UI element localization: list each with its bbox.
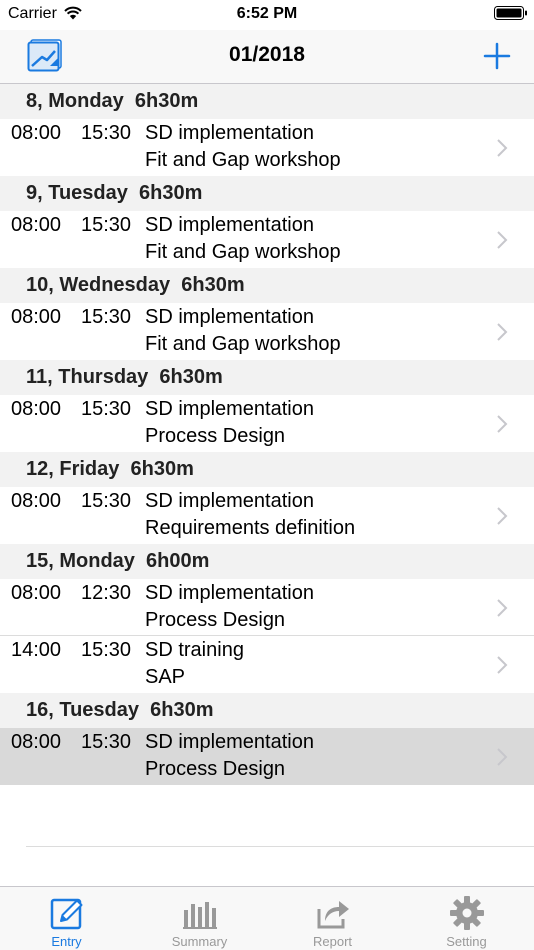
entry-start-time: 08:00 bbox=[11, 122, 62, 144]
entry-start-time: 08:00 bbox=[11, 490, 62, 512]
entry-row[interactable]: 08:00 15:30 SD implementation Fit and Ga… bbox=[0, 303, 534, 360]
entry-task: Fit and Gap workshop bbox=[145, 241, 341, 263]
entry-task: Process Design bbox=[145, 425, 286, 447]
chevron-right-icon bbox=[497, 323, 508, 341]
entry-task: Fit and Gap workshop bbox=[145, 149, 341, 171]
tab-label: Setting bbox=[446, 934, 487, 949]
chevron-right-icon bbox=[497, 507, 508, 525]
chevron-right-icon bbox=[497, 139, 508, 157]
tab-setting[interactable]: Setting bbox=[400, 887, 533, 950]
entry-end-time: 12:30 bbox=[81, 582, 132, 604]
month-title: 01/2018 bbox=[229, 43, 305, 66]
share-icon bbox=[317, 901, 349, 929]
chevron-right-icon bbox=[497, 231, 508, 249]
entry-project: SD implementation bbox=[145, 398, 314, 420]
entry-project: SD implementation bbox=[145, 490, 314, 512]
entry-end-time: 15:30 bbox=[81, 731, 132, 753]
tab-summary[interactable]: Summary bbox=[133, 887, 266, 950]
entry-list[interactable]: 8, Monday 6h30m 08:00 15:30 SD implement… bbox=[0, 84, 534, 785]
entry-task: Process Design bbox=[145, 609, 286, 631]
entry-row[interactable]: 08:00 15:30 SD implementation Fit and Ga… bbox=[0, 211, 534, 268]
chevron-right-icon bbox=[497, 748, 508, 766]
entry-row[interactable]: 08:00 12:30 SD implementation Process De… bbox=[0, 579, 534, 636]
entry-row-selected[interactable]: 08:00 15:30 SD implementation Process De… bbox=[0, 728, 534, 785]
tab-entry[interactable]: Entry bbox=[0, 887, 133, 950]
day-header: 16, Tuesday 6h30m bbox=[0, 693, 534, 728]
tab-label: Summary bbox=[171, 934, 228, 949]
entry-start-time: 08:00 bbox=[11, 398, 62, 420]
entry-end-time: 15:30 bbox=[81, 639, 132, 661]
day-header: 8, Monday 6h30m bbox=[0, 84, 534, 119]
entry-start-time: 08:00 bbox=[11, 306, 62, 328]
entry-row[interactable]: 08:00 15:30 SD implementation Process De… bbox=[0, 395, 534, 452]
entry-end-time: 15:30 bbox=[81, 306, 132, 328]
day-header: 9, Tuesday 6h30m bbox=[0, 176, 534, 211]
day-header: 10, Wednesday 6h30m bbox=[0, 268, 534, 303]
entry-start-time: 08:00 bbox=[11, 582, 62, 604]
entry-end-time: 15:30 bbox=[81, 490, 132, 512]
add-entry-button[interactable] bbox=[480, 39, 514, 73]
entry-task: Requirements definition bbox=[145, 517, 356, 539]
entry-task: SAP bbox=[145, 666, 186, 688]
chevron-right-icon bbox=[497, 656, 508, 674]
gear-icon bbox=[449, 896, 484, 930]
entry-task: Process Design bbox=[145, 758, 286, 780]
navigation-bar: 01/2018 bbox=[0, 30, 534, 84]
tab-report[interactable]: Report bbox=[266, 887, 399, 950]
bar-chart-icon bbox=[182, 902, 217, 929]
entry-project: SD implementation bbox=[145, 731, 314, 753]
entry-end-time: 15:30 bbox=[81, 398, 132, 420]
status-bar: Carrier 6:52 PM bbox=[0, 0, 534, 30]
tab-label: Report bbox=[312, 934, 353, 949]
entry-row[interactable]: 08:00 15:30 SD implementation Requiremen… bbox=[0, 487, 534, 544]
chevron-right-icon bbox=[497, 415, 508, 433]
tab-bar: Entry Summary Report Setting bbox=[0, 886, 534, 950]
entry-row[interactable]: 08:00 15:30 SD implementation Fit and Ga… bbox=[0, 119, 534, 176]
day-header: 15, Monday 6h00m bbox=[0, 544, 534, 579]
entry-project: SD implementation bbox=[145, 582, 314, 604]
entry-project: SD implementation bbox=[145, 122, 314, 144]
entry-project: SD training bbox=[145, 639, 244, 661]
day-header: 12, Friday 6h30m bbox=[0, 452, 534, 487]
entry-row[interactable]: 14:00 15:30 SD training SAP bbox=[0, 636, 534, 693]
entry-end-time: 15:30 bbox=[81, 122, 132, 144]
entry-project: SD implementation bbox=[145, 214, 314, 236]
battery-icon bbox=[494, 6, 527, 20]
entry-start-time: 14:00 bbox=[11, 639, 62, 661]
day-header: 11, Thursday 6h30m bbox=[0, 360, 534, 395]
tab-label: Entry bbox=[51, 934, 82, 949]
status-time: 6:52 PM bbox=[236, 5, 298, 22]
pencil-icon bbox=[50, 898, 82, 930]
entry-end-time: 15:30 bbox=[81, 214, 132, 236]
entry-start-time: 08:00 bbox=[11, 214, 62, 236]
entry-project: SD implementation bbox=[145, 306, 314, 328]
entry-start-time: 08:00 bbox=[11, 731, 62, 753]
list-separator bbox=[26, 846, 534, 847]
chevron-right-icon bbox=[497, 599, 508, 617]
entry-task: Fit and Gap workshop bbox=[145, 333, 341, 355]
plus-icon bbox=[483, 42, 511, 70]
